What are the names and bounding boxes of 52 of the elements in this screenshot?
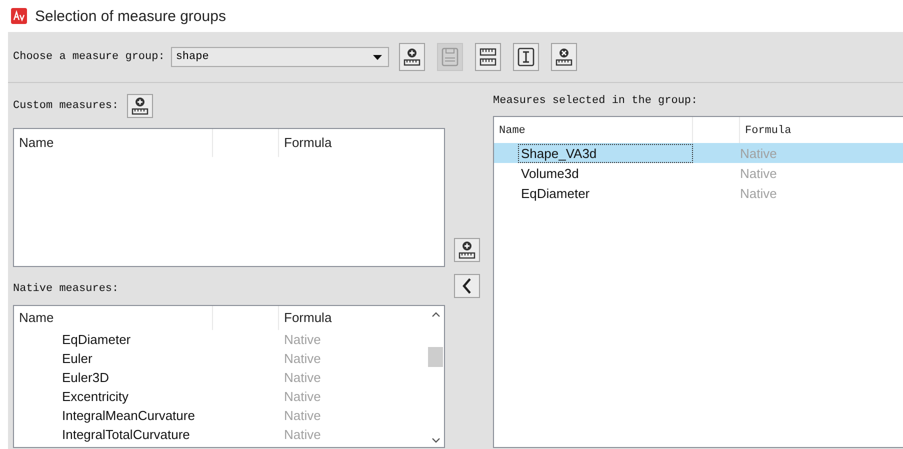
- measure-name: Volume3d: [520, 164, 580, 182]
- measure-name[interactable]: EqDiameter: [14, 332, 213, 347]
- toolbar-button[interactable]: [398, 43, 425, 71]
- toolbar-button[interactable]: [474, 43, 501, 71]
- measure-name[interactable]: Euler3D: [14, 370, 213, 385]
- ruler-plus-icon: [402, 47, 421, 67]
- scroll-down-icon: [432, 438, 440, 443]
- selected-measures-label: Measures selected in the group:: [493, 94, 699, 109]
- measure-formula: Native: [283, 351, 322, 366]
- measure-name[interactable]: Excentricity: [14, 389, 213, 404]
- measure-name: EqDiameter: [520, 184, 591, 202]
- measure-name: Shape_VA3d: [518, 144, 693, 162]
- rulers-icon: [478, 47, 497, 67]
- dropdown-caret-icon: [372, 54, 382, 60]
- group-label: Choose a measure group:: [13, 51, 165, 63]
- measure-formula: Native: [283, 370, 322, 385]
- add-measure-button[interactable]: [126, 94, 153, 118]
- window-title: Selection of measure groups: [35, 8, 226, 24]
- measure-formula: Native: [283, 427, 322, 442]
- table-row[interactable]: EqDiameter Native: [494, 183, 903, 203]
- toolbar-button[interactable]: [550, 43, 577, 71]
- measure-name[interactable]: IntegralTotalCurvature: [14, 427, 213, 442]
- measure-formula: Native: [283, 389, 322, 404]
- measure-formula: Native: [739, 146, 778, 160]
- toolbar-button[interactable]: [512, 43, 539, 71]
- table-row[interactable]: Volume3d Native: [494, 163, 903, 183]
- measure-formula: Native: [739, 166, 778, 180]
- scroll-up-icon: [432, 312, 440, 317]
- measure-name[interactable]: IntegralMeanCurvature: [14, 408, 213, 423]
- column-header: Formula: [283, 309, 333, 327]
- column-header: Name: [14, 306, 213, 330]
- measure-formula: Native: [739, 186, 778, 200]
- custom-measures-label: Custom measures:: [13, 100, 119, 112]
- column-header: Name: [14, 129, 213, 157]
- native-measures-label: Native measures:: [13, 283, 119, 295]
- remove-from-group-button[interactable]: [454, 274, 480, 298]
- ruler-plus-icon: [458, 240, 476, 260]
- chevron-left-icon: [461, 277, 473, 295]
- measure-name[interactable]: Euler: [14, 351, 213, 366]
- table-row[interactable]: Shape_VA3d Native: [494, 143, 903, 163]
- group-dropdown[interactable]: shape: [170, 47, 389, 67]
- measure-formula: Native: [283, 408, 322, 423]
- column-header: Formula: [283, 134, 333, 152]
- text-cursor-icon: [516, 47, 535, 67]
- column-header: Formula: [744, 124, 792, 139]
- app-logo-icon: [11, 8, 27, 24]
- ruler-plus-icon: [130, 96, 149, 116]
- floppy-icon: [440, 47, 459, 67]
- add-to-group-button[interactable]: [454, 238, 480, 262]
- ruler-remove-icon: [554, 47, 573, 67]
- scrollbar-thumb[interactable]: [428, 347, 443, 367]
- measure-formula: Native: [283, 332, 322, 347]
